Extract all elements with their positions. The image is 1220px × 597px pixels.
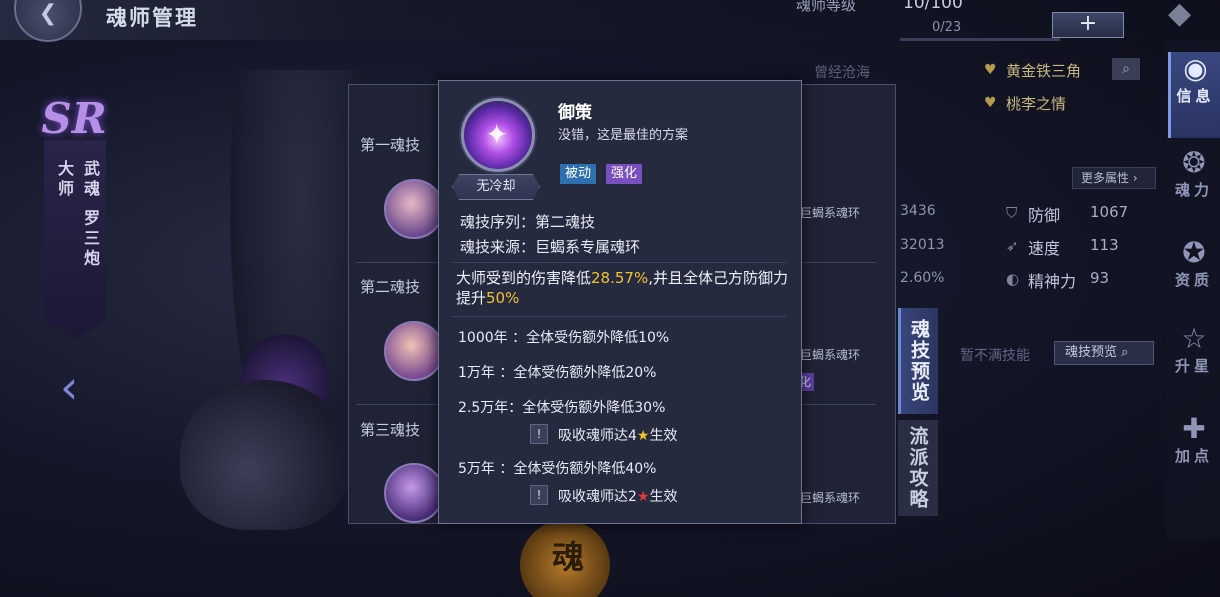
skill-status-text: 暂不满技能 bbox=[960, 348, 1030, 364]
condition-text: 吸收魂师达2★生效 bbox=[558, 486, 677, 506]
martial-soul-badge-label: 魂 bbox=[552, 538, 585, 576]
crest-icon: ✪ bbox=[1182, 236, 1206, 269]
level-value: 10/100 bbox=[903, 0, 963, 13]
condition-text: 吸收魂师达4★生效 bbox=[558, 425, 677, 445]
skill-icon[interactable] bbox=[384, 463, 444, 523]
attribute-value: 2.60% bbox=[900, 270, 945, 286]
sidebar-item-label: 信息 bbox=[1176, 87, 1215, 105]
sidebar-item-aptitude[interactable]: ✪ 资质 bbox=[1168, 236, 1220, 290]
stat-value: 93 bbox=[1090, 269, 1110, 287]
condition-label: 吸收魂师达2 bbox=[558, 489, 637, 505]
past-text: 曾经沧海 bbox=[814, 65, 870, 81]
stat-value: 1067 bbox=[1090, 203, 1129, 221]
skill-preview-button[interactable]: 魂技预览 bbox=[898, 308, 938, 414]
ring-source: 巨蝎系魂环 bbox=[800, 491, 861, 505]
pet-figure bbox=[180, 380, 350, 530]
search-icon[interactable]: ⌕ bbox=[1112, 58, 1140, 80]
heart-icon: ♥ bbox=[984, 62, 997, 78]
sidebar-item-soul-power[interactable]: ❂ 魂力 bbox=[1168, 146, 1220, 200]
level-label: 魂师等级 bbox=[796, 0, 857, 14]
warning-icon: ! bbox=[530, 424, 548, 444]
skill-heading: 第一魂技 bbox=[360, 136, 421, 154]
back-icon: ❮ bbox=[38, 1, 58, 26]
skill-icon[interactable] bbox=[384, 321, 444, 381]
speed-icon: ➶ bbox=[1006, 237, 1019, 255]
stat-value: 113 bbox=[1090, 236, 1119, 254]
year-effect: 2.5万年：全体受伤额外降低30% bbox=[458, 400, 666, 416]
school-guide-button[interactable]: 流派攻略 bbox=[898, 420, 938, 516]
gold-star-icon: ★ bbox=[636, 428, 650, 444]
eye-icon: ◉ bbox=[1183, 52, 1208, 85]
affinity-item[interactable]: 桃李之情 bbox=[1006, 93, 1066, 114]
skill-heading: 第三魂技 bbox=[360, 421, 421, 439]
diamond-icon[interactable]: ◆ bbox=[1168, 0, 1191, 31]
sidebar-item-label: 资质 bbox=[1174, 271, 1213, 289]
divider bbox=[452, 262, 786, 263]
ring-source: 巨蝎系魂环 bbox=[800, 348, 861, 362]
shield-icon: ⛉ bbox=[1006, 204, 1018, 222]
skill-source: 魂技来源：巨蝎系专属魂环 bbox=[460, 238, 641, 256]
skill-preview-search-button[interactable]: 魂技预览 ⌕ bbox=[1054, 341, 1154, 365]
effect-highlight: 50% bbox=[486, 289, 520, 307]
sidebar-item-label: 加点 bbox=[1174, 447, 1213, 465]
sidebar-item-label: 魂力 bbox=[1174, 181, 1213, 199]
sidebar-item-star-up[interactable]: ☆ 升星 bbox=[1168, 322, 1220, 376]
attribute-value: 32013 bbox=[900, 237, 945, 253]
skill-effect: 大师受到的伤害降低28.57%,并且全体己方防御力提升50% bbox=[456, 268, 796, 308]
ring-source: 巨蝎系魂环 bbox=[800, 206, 861, 220]
effect-text: 大师受到的伤害降低 bbox=[456, 269, 592, 287]
stat-label: 精神力 bbox=[1028, 272, 1077, 291]
warning-icon: ! bbox=[530, 485, 548, 505]
heart-icon: ♥ bbox=[984, 95, 997, 111]
year-effect: 5万年 ：全体受伤额外降低40% bbox=[458, 461, 657, 477]
sidebar-item-label: 升星 bbox=[1174, 357, 1213, 375]
martial-soul-label: 武魂 罗三炮 bbox=[81, 160, 100, 270]
star-icon: ☆ bbox=[1181, 322, 1207, 355]
cooldown-tag: 无冷却 bbox=[452, 174, 540, 200]
skill-icon[interactable] bbox=[384, 179, 444, 239]
attribute-value: 3436 bbox=[900, 203, 936, 219]
page-title: 魂师管理 bbox=[106, 5, 198, 30]
add-exp-button[interactable]: + bbox=[1052, 12, 1124, 38]
sidebar-item-add-points[interactable]: ✚ 加点 bbox=[1168, 412, 1220, 466]
divider bbox=[452, 316, 786, 317]
search-icon: ⌕ bbox=[1121, 345, 1129, 360]
passive-tag: 被动 bbox=[560, 164, 597, 184]
sidebar-item-info[interactable]: ◉ 信息 bbox=[1168, 52, 1220, 138]
condition-label: 吸收魂师达4 bbox=[558, 428, 637, 444]
more-attributes-button[interactable]: 更多属性 › bbox=[1072, 167, 1156, 189]
skill-sequence: 魂技序列：第二魂技 bbox=[460, 213, 596, 231]
book-icon: ✦ bbox=[485, 118, 509, 151]
level-progress-bar bbox=[900, 38, 1060, 41]
stat-label: 防御 bbox=[1028, 206, 1061, 225]
skill-description: 没错，这是最佳的方案 bbox=[558, 128, 689, 143]
rarity-badge: SR bbox=[41, 94, 107, 143]
year-effect: 1万年 ：全体受伤额外降低20% bbox=[458, 365, 657, 381]
stat-label: 速度 bbox=[1028, 239, 1061, 258]
preview-label: 魂技预览 bbox=[1065, 345, 1118, 360]
affinity-item[interactable]: 黄金铁三角 bbox=[1006, 60, 1081, 81]
prev-character-arrow[interactable]: ‹ bbox=[60, 360, 78, 414]
flame-icon: ❂ bbox=[1182, 146, 1206, 179]
enhance-tag: 强化 bbox=[606, 164, 643, 184]
red-star-icon: ★ bbox=[636, 489, 650, 505]
skill-heading: 第二魂技 bbox=[360, 278, 421, 296]
skill-name: 御策 bbox=[558, 103, 592, 123]
year-effect: 1000年 ：全体受伤额外降低10% bbox=[458, 330, 670, 346]
class-label: 大师 bbox=[55, 160, 74, 200]
level-exp: 0/23 bbox=[932, 20, 962, 35]
cross-icon: ✚ bbox=[1182, 412, 1206, 445]
condition-suffix: 生效 bbox=[649, 428, 678, 444]
condition-suffix: 生效 bbox=[649, 489, 678, 505]
effect-highlight: 28.57% bbox=[591, 269, 649, 287]
spirit-icon: ◐ bbox=[1006, 270, 1020, 288]
